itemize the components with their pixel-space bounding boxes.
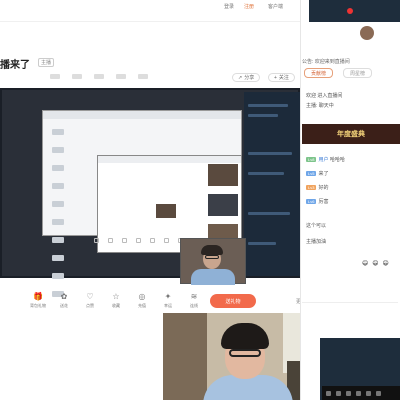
taskbar-icon[interactable]: [346, 390, 351, 396]
tab-weekly[interactable]: 周星榜: [343, 68, 373, 78]
taskbar-icon[interactable]: [356, 390, 361, 396]
emoji-icon: 😄: [382, 261, 389, 267]
client-link[interactable]: 客户端: [268, 3, 283, 10]
tab-contribution[interactable]: 贡献榜: [304, 68, 334, 78]
plus-icon: +: [274, 74, 277, 81]
share-icon: ↗: [238, 74, 243, 81]
webcam-overlay-small: [180, 238, 246, 285]
wifi-icon: ≋: [190, 292, 198, 301]
taskbar-icon[interactable]: [376, 390, 381, 396]
share-button[interactable]: ↗ 分享: [232, 73, 261, 82]
webcam-overlay-large: [163, 313, 323, 400]
flower-icon: ✿: [60, 292, 68, 301]
chat-message: Lv3 好的: [306, 185, 329, 191]
dialog-header: [98, 156, 241, 163]
live-stream-player[interactable]: [0, 88, 300, 297]
tool-recharge[interactable]: ◎ 充值: [132, 292, 152, 316]
shared-desktop: [42, 110, 242, 297]
desktop-sidebar: [49, 125, 79, 297]
video-tile: [208, 164, 238, 186]
taskbar: [322, 386, 400, 400]
notification-dot: [347, 8, 353, 14]
anchor-badge: 主播: [38, 58, 55, 67]
chat-message: Lv8 用户 哈哈哈: [306, 157, 345, 163]
meta-chip: [116, 74, 126, 79]
notice-text: 公告: 欢迎来到直播间: [302, 59, 350, 65]
chat-message: Lv6 厉害: [306, 199, 329, 205]
taskbar-icon[interactable]: [326, 390, 331, 396]
tool-like[interactable]: ♡ 点赞: [80, 292, 100, 316]
heart-icon: ♡: [86, 292, 94, 301]
chat-message: 这个可以: [306, 223, 327, 229]
meta-chip: [72, 74, 82, 79]
taskbar-icon[interactable]: [366, 390, 371, 396]
coin-icon: ◎: [138, 292, 146, 301]
desktop-titlebar: [43, 111, 241, 119]
gift-icon: 🎁: [33, 292, 43, 301]
follow-button[interactable]: + 关注: [268, 73, 295, 82]
meta-chip: [138, 74, 148, 79]
video-tile: [208, 194, 238, 216]
video-tile: [156, 204, 176, 218]
top-bar: [0, 0, 308, 22]
emoji-row: 😄 😄 😄: [362, 260, 389, 267]
tool-backpack[interactable]: 🎁 背包礼物: [28, 292, 48, 316]
emoji-icon: 😄: [372, 261, 379, 267]
chat-input-area[interactable]: [302, 302, 398, 314]
chat-message: Lv5 来了: [306, 171, 329, 177]
rank-tabs: 贡献榜 周星榜: [304, 68, 398, 78]
screen-share: [2, 90, 300, 297]
tool-flower[interactable]: ✿ 送花: [54, 292, 74, 316]
meta-chip: [94, 74, 104, 79]
tool-favorite[interactable]: ☆ 收藏: [106, 292, 126, 316]
star-icon: ☆: [112, 292, 120, 301]
stream-chat-overlay: [244, 92, 300, 276]
taskbar-icon[interactable]: [336, 390, 341, 396]
send-gift-button[interactable]: 送礼物: [210, 294, 256, 308]
lucky-icon: ✦: [164, 292, 172, 301]
emoji-icon: 😄: [362, 261, 369, 267]
avatar[interactable]: [360, 26, 374, 40]
meta-chip: [50, 74, 60, 79]
panel-notice: 公告: 欢迎来到直播间: [302, 50, 400, 65]
chat-line: 主播: 聊天中: [306, 103, 334, 109]
stream-meta: [50, 74, 148, 80]
login-link[interactable]: 登录: [224, 3, 234, 10]
chat-line: 欢迎 进入直播间: [306, 93, 343, 99]
event-banner[interactable]: 年度盛典: [302, 124, 400, 144]
page-title: 播来了: [0, 60, 30, 71]
banner-text: 年度盛典: [337, 131, 365, 138]
chat-message: 主播加油: [306, 239, 327, 245]
panel-top-bar: [309, 0, 400, 22]
register-link[interactable]: 注册: [244, 3, 254, 10]
